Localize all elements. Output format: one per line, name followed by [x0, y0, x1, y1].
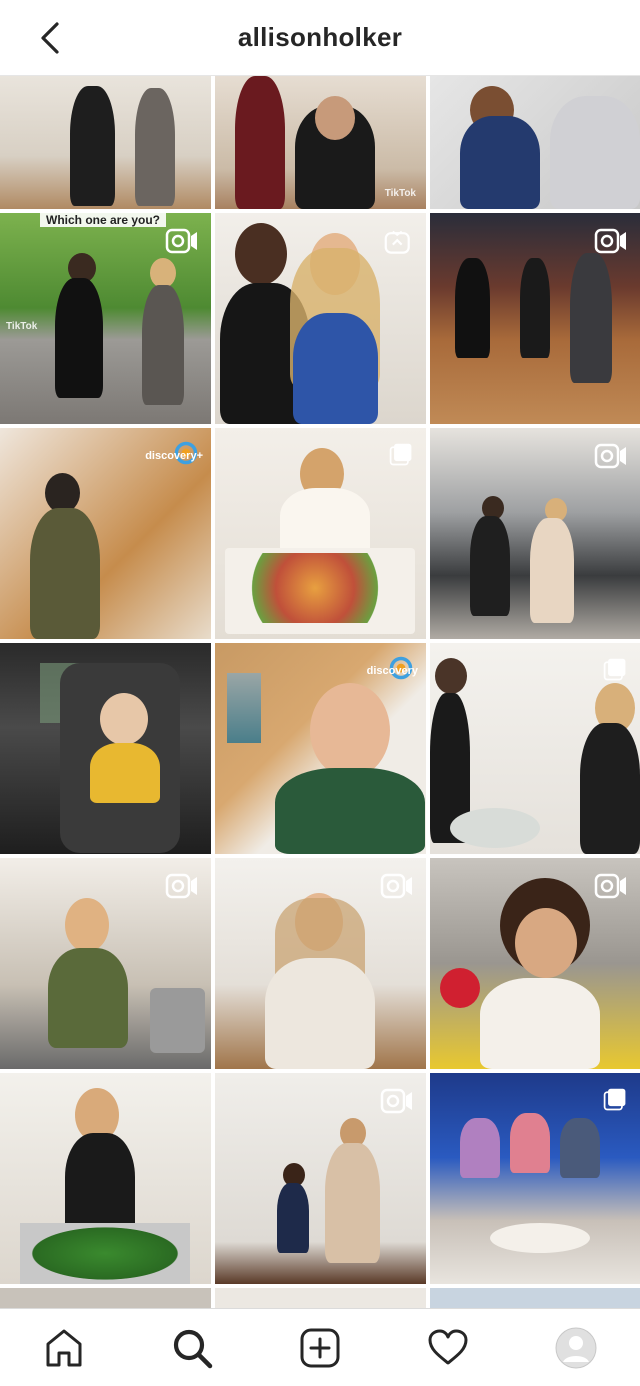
post-tile[interactable]: [430, 643, 640, 854]
reels-icon: [380, 873, 412, 899]
tiktok-watermark: TikTok: [384, 188, 416, 199]
post-tile[interactable]: [0, 1288, 211, 1308]
profile-avatar: [555, 1327, 597, 1368]
nav-search[interactable]: [162, 1318, 222, 1378]
nav-new-post[interactable]: [290, 1318, 350, 1378]
post-tile[interactable]: [430, 213, 640, 424]
post-caption: Which one are you?: [40, 213, 167, 227]
post-tile[interactable]: [430, 858, 640, 1069]
reels-icon: [380, 1088, 412, 1114]
post-tile[interactable]: [215, 428, 426, 639]
reels-icon: [594, 443, 626, 469]
reels-icon: [594, 228, 626, 254]
carousel-icon: [603, 658, 626, 681]
nav-profile[interactable]: [546, 1318, 606, 1378]
activity-heart-icon: [428, 1329, 468, 1364]
post-tile[interactable]: discovery+: [0, 428, 211, 639]
new-post-icon: [300, 1328, 340, 1367]
post-tile[interactable]: [215, 858, 426, 1069]
profile-username: allisonholker: [237, 22, 403, 52]
post-tile[interactable]: [430, 428, 640, 639]
post-tile[interactable]: Which one are you? TikTok: [0, 213, 211, 424]
tiktok-watermark: TikTok: [6, 321, 38, 332]
post-tile[interactable]: [0, 858, 211, 1069]
chevron-left-icon: [41, 22, 59, 54]
carousel-icon: [603, 1088, 626, 1111]
post-tile[interactable]: [0, 76, 211, 209]
post-tile[interactable]: [430, 1288, 640, 1308]
post-tile[interactable]: discovery: [215, 643, 426, 854]
post-tile[interactable]: [215, 1073, 426, 1284]
top-bar: allisonholker: [0, 0, 640, 76]
posts-grid: TikTok Which one are you? TikTok discove…: [0, 76, 640, 1308]
back-button[interactable]: [30, 18, 70, 58]
post-tile[interactable]: [430, 76, 640, 209]
igtv-icon: [384, 230, 410, 254]
discovery-watermark: discovery+: [145, 450, 203, 462]
home-icon: [46, 1329, 82, 1366]
discovery-watermark: discovery: [366, 665, 418, 677]
post-tile[interactable]: [215, 1288, 426, 1308]
reels-icon: [165, 228, 197, 254]
bottom-navigation: [0, 1308, 640, 1386]
carousel-icon: [389, 443, 412, 466]
post-tile[interactable]: [215, 213, 426, 424]
search-icon: [173, 1329, 213, 1368]
post-tile[interactable]: [0, 1073, 211, 1284]
reels-icon: [165, 873, 197, 899]
post-tile[interactable]: [0, 643, 211, 854]
nav-home[interactable]: [34, 1318, 94, 1378]
nav-activity[interactable]: [418, 1318, 478, 1378]
reels-icon: [594, 873, 626, 899]
post-tile[interactable]: [430, 1073, 640, 1284]
post-tile[interactable]: TikTok: [215, 76, 426, 209]
